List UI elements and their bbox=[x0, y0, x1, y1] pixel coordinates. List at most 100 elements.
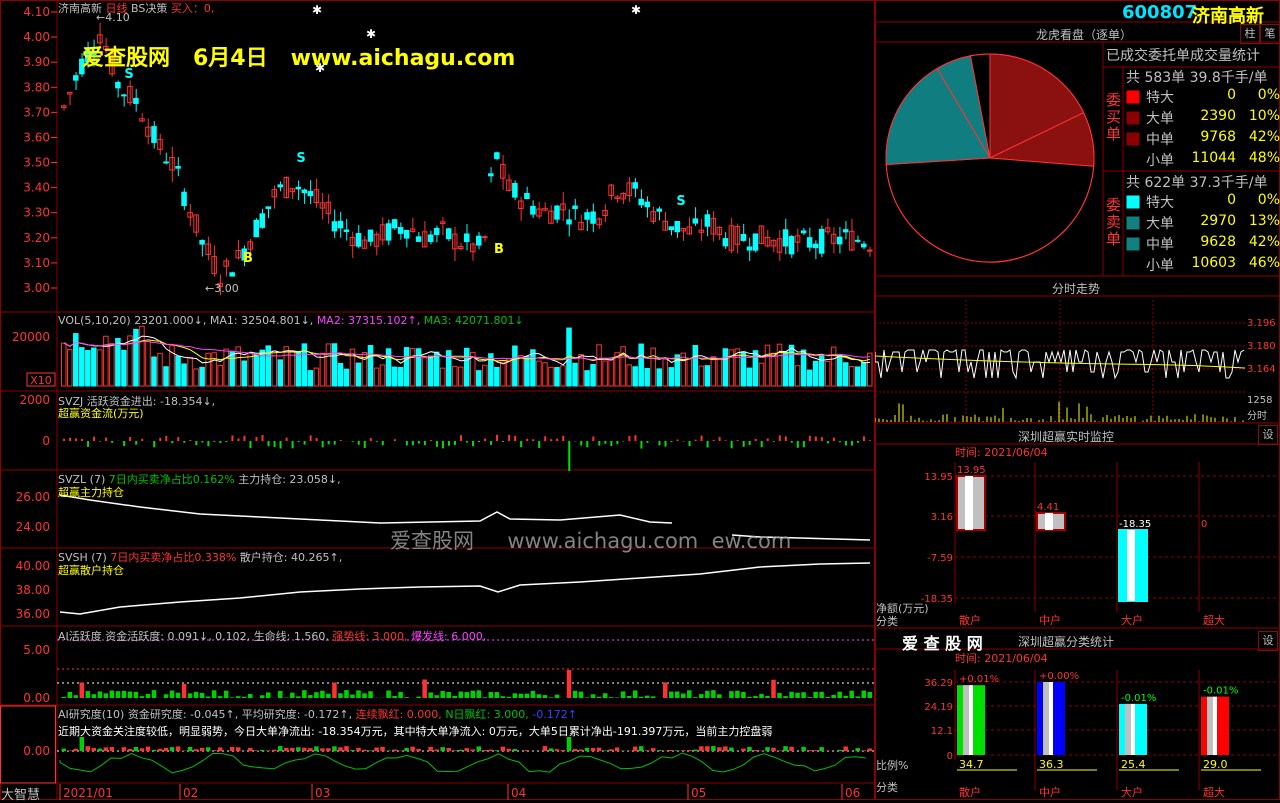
indicator-label[interactable]: BS决策 bbox=[131, 2, 167, 15]
research-bar bbox=[314, 746, 319, 751]
volume-bar bbox=[374, 368, 379, 386]
volume-bar bbox=[543, 363, 548, 386]
research-bar bbox=[80, 737, 85, 751]
buy-label: 买入： bbox=[171, 2, 204, 15]
ai-active-bar bbox=[446, 692, 451, 698]
period-label[interactable]: 日线 bbox=[106, 2, 128, 15]
svsh-tick-label: 36.00 bbox=[16, 607, 50, 621]
main-chart-header: 济南高新 日线 BS决策 买入：0, bbox=[58, 0, 214, 16]
svzj-sub: 超赢资金流(万元) bbox=[58, 405, 144, 421]
research-bar bbox=[266, 750, 271, 751]
sell-side-label: 委卖单 bbox=[1106, 197, 1122, 248]
volume-bar bbox=[849, 366, 854, 386]
research-bar bbox=[404, 748, 409, 751]
ai-active-bar bbox=[855, 696, 860, 698]
volume-bar bbox=[867, 353, 872, 386]
volume-bar bbox=[62, 343, 67, 386]
candle-body bbox=[74, 76, 79, 80]
buy-row-percent: 0% bbox=[1258, 87, 1280, 103]
research-bar bbox=[693, 750, 698, 751]
ai-active-bar bbox=[495, 692, 500, 698]
ai-research-tick-label: 0.00 bbox=[23, 744, 50, 758]
candle-body bbox=[861, 244, 866, 247]
research-bar bbox=[86, 746, 91, 751]
volume-bar bbox=[591, 365, 596, 386]
monitor-category-label: 大户 bbox=[1121, 613, 1143, 627]
ai-active-bar bbox=[591, 694, 596, 698]
candle-body bbox=[116, 82, 121, 87]
candle-body bbox=[392, 220, 397, 228]
ai-active-bar bbox=[789, 692, 794, 698]
volume-bar bbox=[380, 365, 385, 386]
sell-row-percent: 46% bbox=[1249, 255, 1280, 271]
svzl-text1: 7日内买卖净占比0.162% bbox=[109, 473, 235, 486]
price-tick-label: 3.40 bbox=[23, 181, 50, 195]
research-bar bbox=[729, 748, 734, 751]
monitor-category-label: 超大 bbox=[1203, 613, 1225, 627]
classify-category-label: 中户 bbox=[1039, 785, 1061, 799]
research-bar bbox=[200, 748, 205, 751]
volume-bar bbox=[627, 365, 632, 386]
candle-body bbox=[296, 187, 301, 189]
research-bar bbox=[248, 748, 253, 751]
candle-body bbox=[555, 206, 560, 219]
intraday-price-label: 3.164 bbox=[1247, 364, 1276, 375]
research-bar bbox=[74, 749, 79, 751]
ai-active-bar bbox=[326, 694, 331, 698]
buy-total: 共 583单 39.8千手/单 bbox=[1126, 67, 1268, 87]
volume-bar bbox=[585, 371, 590, 386]
volume-bar bbox=[747, 368, 752, 386]
research-bar bbox=[801, 747, 806, 751]
volume-bar bbox=[555, 368, 560, 386]
buy-side-label: 委买单 bbox=[1106, 92, 1122, 143]
volume-bar bbox=[765, 345, 770, 386]
monitor-bar-label: 0 bbox=[1201, 519, 1207, 530]
research-bar bbox=[272, 750, 277, 751]
research-bar bbox=[843, 746, 848, 751]
volume-bar bbox=[519, 356, 524, 386]
volume-bar bbox=[681, 353, 686, 386]
price-tick-label: 3.70 bbox=[23, 105, 50, 119]
pin-button[interactable]: 柱 bbox=[1240, 24, 1260, 44]
classify-settings-button[interactable]: 设 bbox=[1258, 631, 1278, 651]
sell-swatch bbox=[1127, 196, 1139, 208]
buy-row-volume: 2390 bbox=[1200, 108, 1236, 124]
volume-bar bbox=[705, 366, 710, 386]
research-bar bbox=[104, 747, 109, 751]
volume-bar bbox=[735, 349, 740, 386]
ai-active-bar bbox=[543, 695, 548, 698]
monitor-settings-button[interactable]: 设 bbox=[1258, 425, 1278, 445]
buy-row-percent: 42% bbox=[1249, 129, 1280, 145]
ai-active-bar bbox=[194, 692, 199, 698]
ai-active-bar bbox=[579, 692, 584, 698]
ai-active-bar bbox=[404, 697, 409, 698]
research-bar bbox=[362, 750, 367, 751]
sell-swatch bbox=[1127, 238, 1139, 250]
candle-body bbox=[368, 230, 373, 241]
monitor-time: 时间: 2021/06/04 bbox=[955, 444, 1048, 460]
ai-active-bar bbox=[651, 696, 656, 698]
ai-active-bar bbox=[669, 692, 674, 698]
volume-bar bbox=[224, 349, 229, 386]
ai-active-bar bbox=[801, 692, 806, 698]
volume-bar bbox=[795, 366, 800, 386]
candle-body bbox=[531, 206, 536, 214]
ai-active-bar bbox=[68, 692, 73, 698]
sell-row-label: 中单 bbox=[1146, 234, 1174, 254]
candle-body bbox=[741, 234, 746, 240]
price-tick-label: 3.00 bbox=[23, 281, 50, 295]
price-tick-label: 4.10 bbox=[23, 5, 50, 19]
note-button[interactable]: 笔 bbox=[1260, 24, 1280, 44]
date-axis-label: 2021/01 bbox=[63, 786, 113, 800]
ai-active-bar bbox=[729, 691, 734, 698]
ai-active-tick-label: 5.00 bbox=[23, 643, 50, 657]
candle-body bbox=[669, 227, 674, 230]
volume-bar bbox=[386, 349, 391, 386]
research-bar bbox=[477, 746, 482, 751]
volume-value: 23201.000↓, bbox=[134, 314, 206, 327]
volume-bar bbox=[801, 350, 806, 386]
ai-active-bar bbox=[122, 691, 127, 698]
volume-bar bbox=[182, 364, 187, 386]
candle-body bbox=[134, 98, 139, 103]
research-bar bbox=[170, 747, 175, 751]
